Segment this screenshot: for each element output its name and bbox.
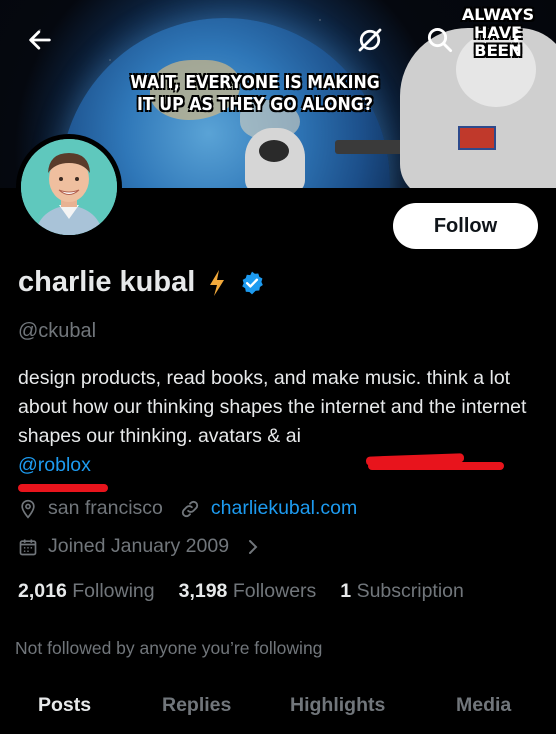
following-count: 2,016 <box>18 580 67 602</box>
avatar-portrait <box>21 139 117 235</box>
location-text: san francisco <box>48 497 163 519</box>
follow-button[interactable]: Follow <box>393 203 538 249</box>
lightning-icon <box>210 269 225 296</box>
display-name: charlie kubal <box>18 266 196 298</box>
bio-text: design products, read books, and make mu… <box>18 367 527 447</box>
subscription-count: 1 <box>340 580 352 602</box>
following-label: Following <box>72 580 155 602</box>
followers-stat[interactable]: 3,198 Followers <box>179 580 317 603</box>
tab-posts[interactable]: Posts <box>38 694 91 717</box>
follow-stats: 2,016 Following 3,198 Followers 1 Subscr… <box>18 580 464 603</box>
calendar-icon <box>19 539 37 555</box>
profile-tabs: Posts Replies Highlights Media <box>0 694 556 734</box>
grok-button[interactable] <box>348 18 392 62</box>
banner-gun <box>335 140 405 154</box>
annotation-underline <box>18 484 108 492</box>
verified-badge-icon[interactable] <box>239 270 265 296</box>
meme-line-1: WAIT, EVERYONE IS MAKING <box>130 72 380 93</box>
search-button[interactable] <box>418 18 462 62</box>
website-link[interactable]: charliekubal.com <box>211 497 357 520</box>
joined-row[interactable]: Joined January 2009 <box>18 535 261 558</box>
watermark-line-1: ALWAYS <box>461 5 535 24</box>
subscription-stat[interactable]: 1 Subscription <box>340 580 464 603</box>
grok-slash-icon <box>358 28 382 52</box>
link-icon <box>181 500 199 517</box>
name-row: charlie kubal <box>18 266 265 299</box>
banner-astronaut-left <box>245 128 305 188</box>
location-pin-icon <box>21 499 35 519</box>
following-stat[interactable]: 2,016 Following <box>18 580 155 603</box>
followers-count: 3,198 <box>178 580 228 602</box>
back-button[interactable] <box>18 18 62 62</box>
avatar <box>21 139 117 235</box>
more-button[interactable] <box>494 18 538 62</box>
tab-media[interactable]: Media <box>456 694 511 717</box>
social-context-text: Not followed by anyone you’re following <box>15 638 323 658</box>
meme-line-2: IT UP AS THEY GO ALONG? <box>137 94 373 115</box>
subscription-label: Subscription <box>356 580 464 602</box>
more-vertical-icon <box>513 28 519 52</box>
profile-handle: @ckubal <box>18 320 97 342</box>
tab-replies[interactable]: Replies <box>162 694 231 717</box>
banner-meme-caption: WAIT, EVERYONE IS MAKING IT UP AS THEY G… <box>127 72 382 116</box>
followers-label: Followers <box>232 580 317 602</box>
profile-meta-row: san francisco charliekubal.com <box>18 497 357 520</box>
arrow-left-icon <box>29 30 51 50</box>
profile-avatar[interactable] <box>16 134 122 240</box>
joined-text: Joined January 2009 <box>48 535 230 557</box>
tab-highlights[interactable]: Highlights <box>290 694 385 717</box>
chevron-right-icon <box>249 539 258 554</box>
bio-mention-link[interactable]: @roblox <box>18 454 91 476</box>
search-icon <box>427 27 453 53</box>
annotation-underline <box>368 462 504 470</box>
